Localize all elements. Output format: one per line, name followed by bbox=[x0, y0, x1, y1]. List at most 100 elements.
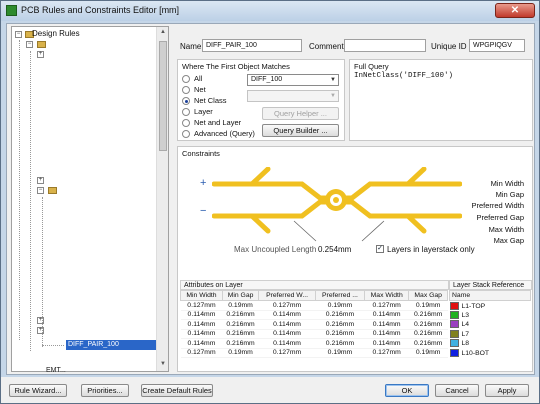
scroll-thumb[interactable] bbox=[159, 41, 167, 151]
table-cell[interactable]: 0.114mm bbox=[180, 319, 223, 330]
tree-item-emt[interactable]: EMT... bbox=[46, 367, 66, 374]
table-cell[interactable]: 0.19mm bbox=[408, 348, 448, 358]
full-query-text[interactable]: InNetClass('DIFF_100') bbox=[354, 72, 453, 80]
apply-button[interactable]: Apply bbox=[485, 384, 529, 397]
uncoupled-length-value[interactable]: 0.254mm bbox=[318, 245, 351, 254]
rules-tree[interactable]: − Design Rules − + + − + + DIFF_PAIR_100… bbox=[11, 26, 169, 374]
create-default-rules-button[interactable]: Create Default Rules bbox=[141, 384, 213, 397]
table-cell[interactable]: 0.216mm bbox=[408, 310, 448, 320]
table-cell[interactable]: 0.216mm bbox=[222, 338, 259, 349]
table-cell[interactable]: 0.216mm bbox=[222, 329, 259, 339]
collapse-icon[interactable]: − bbox=[26, 41, 33, 48]
table-cell[interactable]: 0.216mm bbox=[315, 338, 365, 349]
radio-dot[interactable] bbox=[182, 75, 190, 83]
table-cell[interactable]: 0.114mm bbox=[364, 329, 409, 339]
net-class-select[interactable]: DIFF_100 ▼ bbox=[247, 74, 339, 86]
table-cell[interactable]: 0.127mm bbox=[180, 300, 223, 311]
table-row[interactable]: 0.127mm 0.19mm 0.127mm 0.19mm 0.127mm 0.19mm bbox=[180, 300, 448, 311]
table-cell[interactable]: 0.127mm bbox=[258, 300, 316, 311]
table-row[interactable]: L7 bbox=[449, 329, 531, 339]
radio-dot[interactable] bbox=[182, 86, 190, 94]
layer-cell[interactable]: L10-BOT bbox=[449, 348, 531, 358]
radio-net-class[interactable]: Net Class bbox=[182, 96, 242, 106]
close-button[interactable]: ✕ bbox=[495, 3, 535, 18]
secondary-select[interactable]: ▼ bbox=[247, 90, 339, 102]
table-row[interactable]: 0.114mm 0.216mm 0.114mm 0.216mm 0.114mm 0.216… bbox=[180, 319, 448, 330]
table-cell[interactable]: 0.216mm bbox=[408, 338, 448, 349]
table-row[interactable]: L10-BOT bbox=[449, 348, 531, 358]
table-row[interactable]: 0.114mm 0.216mm 0.114mm 0.216mm 0.114mm 0.216… bbox=[180, 338, 448, 349]
radio-advanced-query[interactable]: Advanced (Query) bbox=[182, 129, 262, 139]
table-cell[interactable]: 0.19mm bbox=[222, 300, 259, 311]
col-preferred-width[interactable]: Preferred W... bbox=[258, 290, 316, 301]
table-cell[interactable]: 0.216mm bbox=[315, 319, 365, 330]
table-cell[interactable]: 0.216mm bbox=[315, 329, 365, 339]
layer-cell[interactable]: L4 bbox=[449, 320, 531, 330]
radio-dot[interactable] bbox=[182, 108, 190, 116]
table-cell[interactable]: 0.19mm bbox=[315, 348, 365, 358]
col-max-width[interactable]: Max Width bbox=[364, 290, 410, 301]
table-cell[interactable]: 0.114mm bbox=[180, 329, 223, 339]
radio-dot[interactable] bbox=[182, 119, 190, 127]
table-row[interactable]: L3 bbox=[449, 310, 531, 320]
table-cell[interactable]: 0.114mm bbox=[364, 319, 409, 330]
table-cell[interactable]: 0.127mm bbox=[364, 348, 409, 358]
layer-cell[interactable]: L1-TOP bbox=[449, 301, 531, 311]
table-cell[interactable]: 0.19mm bbox=[408, 300, 448, 311]
table-row[interactable]: 0.127mm 0.19mm 0.127mm 0.19mm 0.127mm 0.19mm bbox=[180, 348, 448, 358]
table-cell[interactable]: 0.114mm bbox=[258, 319, 316, 330]
query-helper-button[interactable]: Query Helper ... bbox=[262, 107, 339, 120]
unique-id-field[interactable]: WPGPIQGV bbox=[469, 39, 525, 52]
rule-wizard-button[interactable]: Rule Wizard... bbox=[9, 384, 67, 397]
chevron-down-icon[interactable]: ▼ bbox=[330, 75, 336, 85]
table-cell[interactable]: 0.216mm bbox=[408, 319, 448, 330]
tree-item-diff-pair-100[interactable]: DIFF_PAIR_100 bbox=[66, 340, 156, 350]
radio-layer[interactable]: Layer bbox=[182, 107, 242, 117]
table-cell[interactable]: 0.19mm bbox=[315, 300, 365, 311]
table-cell[interactable]: 0.114mm bbox=[258, 338, 316, 349]
scroll-up-icon[interactable]: ▲ bbox=[159, 29, 167, 37]
table-cell[interactable]: 0.127mm bbox=[180, 348, 223, 358]
table-cell[interactable]: 0.216mm bbox=[222, 319, 259, 330]
tree-scrollbar[interactable]: ▲ ▼ bbox=[156, 27, 168, 371]
col-preferred-gap[interactable]: Preferred ... bbox=[314, 290, 366, 301]
radio-dot[interactable] bbox=[182, 130, 190, 138]
table-cell[interactable]: 0.127mm bbox=[258, 348, 316, 358]
ok-button[interactable]: OK bbox=[385, 384, 429, 397]
table-row[interactable]: 0.114mm 0.216mm 0.114mm 0.216mm 0.114mm 0.216… bbox=[180, 329, 448, 339]
table-cell[interactable]: 0.216mm bbox=[315, 310, 365, 320]
layer-cell[interactable]: L8 bbox=[449, 339, 531, 349]
priorities-button[interactable]: Priorities... bbox=[81, 384, 129, 397]
scroll-down-icon[interactable]: ▼ bbox=[159, 361, 167, 369]
table-cell[interactable]: 0.114mm bbox=[364, 338, 409, 349]
radio-all[interactable]: All bbox=[182, 74, 242, 84]
table-cell[interactable]: 0.114mm bbox=[180, 310, 223, 320]
col-name[interactable]: Name bbox=[449, 290, 531, 301]
table-cell[interactable]: 0.216mm bbox=[222, 310, 259, 320]
collapse-icon[interactable]: − bbox=[37, 187, 44, 194]
layers-checkbox[interactable]: ✓ bbox=[376, 245, 384, 253]
table-cell[interactable]: 0.114mm bbox=[258, 329, 316, 339]
col-max-gap[interactable]: Max Gap bbox=[408, 290, 448, 301]
radio-net[interactable]: Net bbox=[182, 85, 242, 95]
name-field[interactable]: DIFF_PAIR_100 bbox=[202, 39, 302, 52]
comment-field[interactable] bbox=[344, 39, 426, 52]
col-min-width[interactable]: Min Width bbox=[180, 290, 223, 301]
table-cell[interactable]: 0.114mm bbox=[258, 310, 316, 320]
table-row[interactable]: L1-TOP bbox=[449, 301, 531, 311]
cancel-button[interactable]: Cancel bbox=[435, 384, 479, 397]
table-row[interactable]: L4 bbox=[449, 320, 531, 330]
table-row[interactable]: L8 bbox=[449, 339, 531, 349]
table-cell[interactable]: 0.19mm bbox=[222, 348, 259, 358]
radio-dot[interactable] bbox=[182, 97, 190, 105]
table-cell[interactable]: 0.114mm bbox=[180, 338, 223, 349]
table-cell[interactable]: 0.127mm bbox=[364, 300, 409, 311]
expand-icon[interactable]: + bbox=[37, 177, 44, 184]
expand-icon[interactable]: + bbox=[37, 51, 44, 58]
radio-net-and-layer[interactable]: Net and Layer bbox=[182, 118, 252, 128]
chevron-down-icon[interactable]: ▼ bbox=[330, 91, 336, 101]
table-cell[interactable]: 0.216mm bbox=[408, 329, 448, 339]
layer-cell[interactable]: L3 bbox=[449, 310, 531, 320]
query-builder-button[interactable]: Query Builder ... bbox=[262, 124, 339, 137]
table-row[interactable]: 0.114mm 0.216mm 0.114mm 0.216mm 0.114mm 0.216… bbox=[180, 310, 448, 320]
